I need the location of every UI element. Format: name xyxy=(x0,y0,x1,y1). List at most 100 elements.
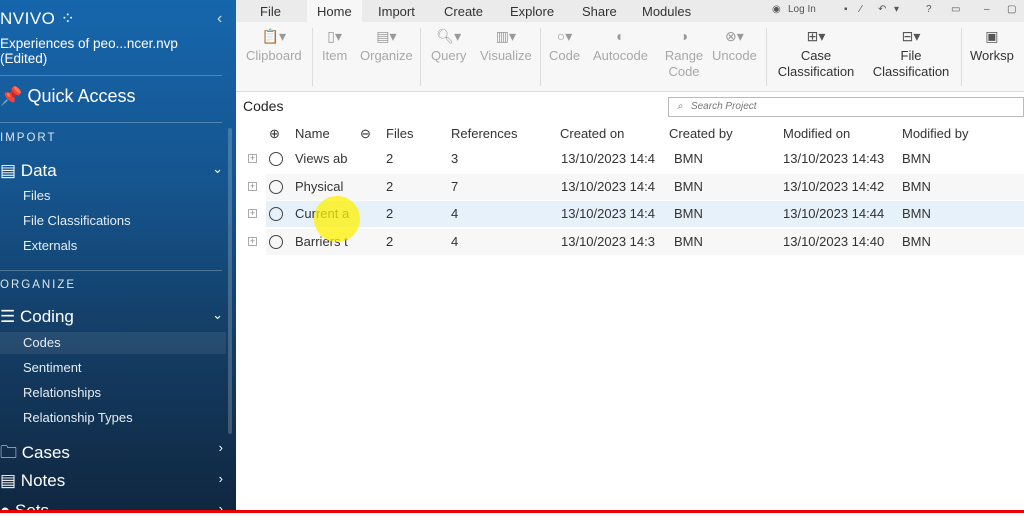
tab-import[interactable]: Import xyxy=(378,4,415,19)
table-row[interactable]: Views ab 2 3 13/10/2023 14:4 BMN 13/10/2023 1… xyxy=(266,146,1024,172)
login-button[interactable]: Log In xyxy=(788,4,816,15)
uncode-button[interactable]: ⊗▾ Uncode xyxy=(712,28,757,64)
sidebar-item-externals[interactable]: Externals xyxy=(23,238,77,253)
autocode-button[interactable]: ◐ Autocode xyxy=(593,28,648,64)
menu-tabs: File Home Import Create Explore Share Mo… xyxy=(236,0,1024,22)
expand-icon[interactable]: + xyxy=(248,209,257,218)
cell-refs: 4 xyxy=(451,233,459,249)
section-organize: ORGANIZE xyxy=(0,279,77,291)
sidebar-item-file-classifications[interactable]: File Classifications xyxy=(23,213,131,228)
sidebar-group-notes[interactable]: ▤ Notes › xyxy=(0,471,225,491)
col-files[interactable]: Files xyxy=(386,126,413,141)
col-modified-on[interactable]: Modified on xyxy=(783,126,850,141)
visualize-button[interactable]: ▥▾ Visualize xyxy=(480,28,532,64)
expand-icon[interactable]: + xyxy=(248,154,257,163)
maximize-button[interactable]: ▢ xyxy=(1007,4,1016,15)
cursor-highlight xyxy=(314,196,360,242)
sidebar-group-cases[interactable]: 🗀 Cases › xyxy=(0,440,225,469)
tab-home[interactable]: Home xyxy=(307,0,362,22)
search-project-input[interactable]: ⌕ Search Project xyxy=(668,97,1024,117)
chevron-down-icon: ⌄ xyxy=(212,161,223,176)
cell-files: 2 xyxy=(386,151,394,166)
cell-by: BMN xyxy=(674,233,703,249)
cell-mby: BMN xyxy=(902,178,931,194)
sidebar-item-relationships[interactable]: Relationships xyxy=(23,385,101,400)
sidebar-item-files[interactable]: Files xyxy=(23,188,50,203)
cell-created: 13/10/2023 14:4 xyxy=(561,151,655,166)
expand-icon[interactable]: + xyxy=(248,236,257,246)
customize-icon[interactable]: ▾ xyxy=(894,4,899,15)
sidebar-scrollbar[interactable] xyxy=(228,128,232,434)
code-node-icon xyxy=(269,207,283,221)
cell-created: 13/10/2023 14:4 xyxy=(561,206,655,221)
table-row[interactable]: Current a2413/10/2023 14:4BMN13/10/2023 … xyxy=(266,201,1024,227)
range-code-button[interactable]: ◑ Range Code xyxy=(664,28,704,80)
cell-refs: 7 xyxy=(451,178,459,194)
sidebar-item-codes[interactable]: Codes xyxy=(0,332,226,354)
sidebar-item-relationship-types[interactable]: Relationship Types xyxy=(23,410,133,425)
cell-modified: 13/10/2023 14:44 xyxy=(783,206,885,221)
user-icon: ◉ xyxy=(772,4,781,15)
item-button[interactable]: ▯▾ Item xyxy=(322,28,347,64)
minimize-button[interactable]: – xyxy=(984,4,990,15)
cell-refs: 4 xyxy=(451,206,459,221)
code-node-icon xyxy=(269,234,283,249)
col-created-by[interactable]: Created by xyxy=(669,126,733,141)
link-icon[interactable]: ⊖ xyxy=(360,126,371,142)
tab-share[interactable]: Share xyxy=(582,4,617,19)
cell-mby: BMN xyxy=(902,233,931,249)
organize-button[interactable]: ▤▾ Organize xyxy=(360,28,413,64)
file-classification-button[interactable]: ⊟▾ File Classification xyxy=(868,28,954,80)
case-classification-icon: ⊞▾ xyxy=(806,28,826,44)
cell-name: Views ab xyxy=(295,151,348,166)
quick-access[interactable]: 📌 Quick Access xyxy=(0,86,135,107)
tab-file[interactable]: File xyxy=(260,4,281,19)
case-classification-button[interactable]: ⊞▾ Case Classification xyxy=(772,28,860,80)
query-button[interactable]: 🔍︎▾ Query xyxy=(431,28,466,64)
expand-icon[interactable]: + xyxy=(248,181,257,191)
col-modified-by[interactable]: Modified by xyxy=(902,126,968,141)
table-row[interactable]: Barriers t 2 4 13/10/2023 14:3 BMN 13/10/2023… xyxy=(266,228,1024,255)
cell-refs: 3 xyxy=(451,151,459,166)
tab-modules[interactable]: Modules xyxy=(642,4,691,19)
help-button[interactable]: ? xyxy=(926,4,932,15)
col-name[interactable]: Name xyxy=(295,126,330,141)
item-icon: ▯▾ xyxy=(327,28,343,44)
col-created-on[interactable]: Created on xyxy=(560,126,624,141)
tab-explore[interactable]: Explore xyxy=(510,4,554,19)
workspace-button[interactable]: ▣ Worksp xyxy=(970,28,1014,64)
sidebar-item-sentiment[interactable]: Sentiment xyxy=(23,360,82,375)
coding-icon: ☰ xyxy=(0,307,16,326)
comment-icon[interactable]: ▭ xyxy=(951,4,960,15)
table-row[interactable]: Physical 2 7 13/10/2023 14:4 BMN 13/10/2023 1… xyxy=(266,173,1024,200)
file-classification-icon: ⊟▾ xyxy=(901,28,921,44)
divider xyxy=(0,270,222,271)
chart-icon: ▥▾ xyxy=(495,28,517,44)
divider xyxy=(0,122,222,123)
col-references[interactable]: References xyxy=(451,126,517,141)
undo-icon[interactable]: ↶ xyxy=(878,4,886,15)
save-icon[interactable]: ▪ xyxy=(844,4,848,15)
code-node-icon xyxy=(269,179,283,194)
cell-modified: 13/10/2023 14:43 xyxy=(783,151,885,166)
data-icon: ▤ xyxy=(0,161,17,180)
edit-icon[interactable]: ⁄ xyxy=(860,4,862,15)
cell-mby: BMN xyxy=(902,206,931,221)
tab-create[interactable]: Create xyxy=(444,4,483,19)
chevron-down-icon: ⌄ xyxy=(212,307,223,322)
uncode-icon: ⊗▾ xyxy=(725,28,744,44)
navigation-sidebar: NVIVO ⁘ ‹ Experiences of peo...ncer.nvp(… xyxy=(0,0,236,520)
code-button[interactable]: ○▾ Code xyxy=(549,28,580,64)
cell-files: 2 xyxy=(386,178,394,194)
divider xyxy=(0,75,222,76)
section-import: IMPORT xyxy=(0,132,57,144)
code-icon: ○▾ xyxy=(556,28,573,44)
sidebar-group-coding[interactable]: ☰ Coding ⌄ xyxy=(0,307,225,327)
clipboard-button[interactable]: 📋▾ Clipboard xyxy=(246,28,302,64)
add-column-icon[interactable]: ⊕ xyxy=(269,126,280,142)
pin-icon: 📌 xyxy=(0,86,23,106)
chevron-right-icon: › xyxy=(218,471,223,486)
range-code-icon: ◑ xyxy=(679,28,689,44)
collapse-sidebar-button[interactable]: ‹ xyxy=(217,10,222,28)
sidebar-group-data[interactable]: ▤ Data ⌄ xyxy=(0,161,225,181)
